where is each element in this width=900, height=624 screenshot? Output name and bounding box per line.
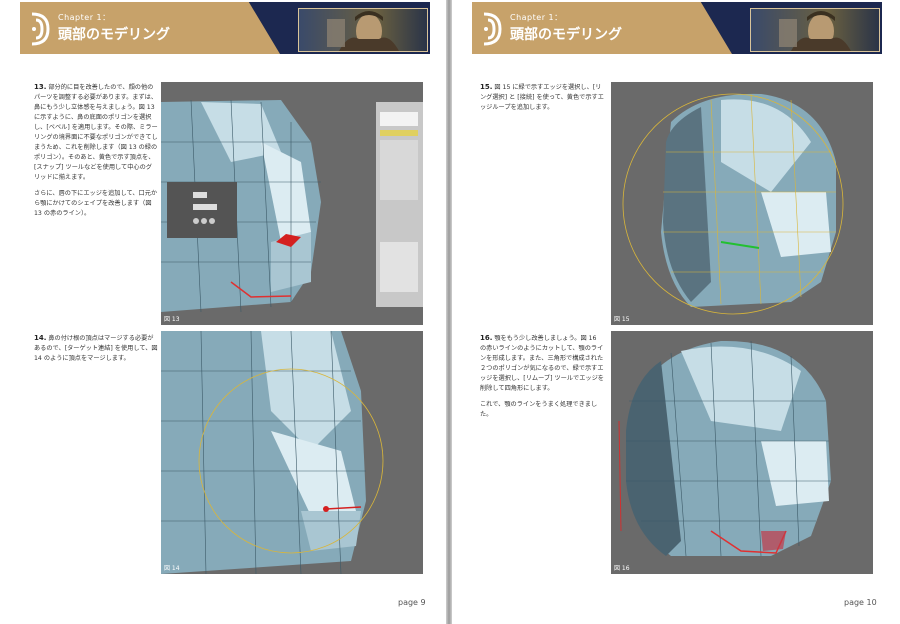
right-page: Chapter 1： 頭部のモデリング 15. 図 15 に緑で示すエッジを選択… (452, 0, 898, 624)
character-portrait (298, 8, 428, 52)
figure-13: 図 13 (161, 82, 423, 325)
figure-14: 図 14 (161, 331, 423, 574)
chapter-label: Chapter 1： (510, 13, 563, 22)
chapter-emblem-icon (31, 12, 50, 46)
step-15-text: 15. 図 15 に緑で示すエッジを選択し、[リング選択] と [接続] を使っ… (480, 82, 604, 119)
step-paragraph: 図 15 に緑で示すエッジを選択し、[リング選択] と [接続] を使って、黄色… (480, 84, 604, 111)
step-paragraph: これで、顎のラインをうまく処理できました。 (480, 401, 598, 418)
chapter-banner: Chapter 1： 頭部のモデリング (472, 2, 882, 54)
left-page: Chapter 1： 頭部のモデリング 13. 部分的に目を改善したので、顔の他… (0, 0, 446, 624)
step-number: 14. (34, 334, 47, 342)
chapter-banner: Chapter 1： 頭部のモデリング (20, 2, 430, 54)
step-number: 13. (34, 83, 47, 91)
character-portrait (750, 8, 880, 52)
chapter-title: 頭部のモデリング (58, 27, 170, 43)
figure-16: 図 16 (611, 331, 873, 574)
step-paragraph: 鼻の付け根の頂点はマージする必要があるので、[ターゲット連結] を使用して、図 … (34, 335, 158, 362)
step-13-text: 13. 部分的に目を改善したので、顔の他のパーツを調整する必要があります。まずは… (34, 82, 158, 225)
step-paragraph: 部分的に目を改善したので、顔の他のパーツを調整する必要があります。まずは、鼻にも… (34, 84, 158, 181)
chapter-label: Chapter 1： (58, 13, 111, 22)
step-14-text: 14. 鼻の付け根の頂点はマージする必要があるので、[ターゲット連結] を使用し… (34, 333, 158, 370)
figure-15: 図 15 (611, 82, 873, 325)
step-number: 16. (480, 334, 493, 342)
step-16-text: 16. 顎をもう少し改善しましょう。図 16 の赤いラインのようにカットして、顎… (480, 333, 604, 426)
figure-label: 図 14 (164, 565, 180, 572)
step-paragraph: さらに、唇の下にエッジを追加して、口元から顎にかけてのシェイプを改善します（図 … (34, 190, 158, 217)
figure-label: 図 15 (614, 316, 630, 323)
chapter-title: 頭部のモデリング (510, 27, 622, 43)
page-number: page 10 (844, 598, 877, 607)
step-number: 15. (480, 83, 493, 91)
figure-label: 図 13 (164, 316, 180, 323)
step-paragraph: 顎をもう少し改善しましょう。図 16 の赤いラインのようにカットして、顎のライン… (480, 335, 604, 392)
chapter-emblem-icon (483, 12, 502, 46)
figure-label: 図 16 (614, 565, 630, 572)
page-number: page 9 (398, 598, 426, 607)
